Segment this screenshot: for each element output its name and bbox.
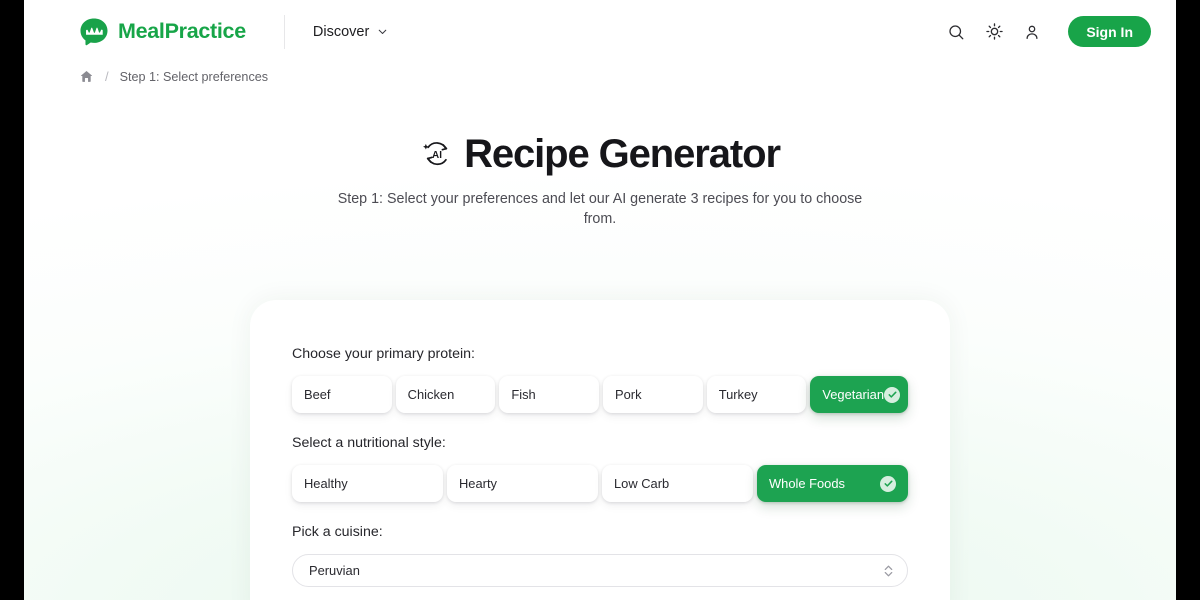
nav-item-discover[interactable]: Discover [313, 24, 389, 40]
protein-option-vegetarian-label: Vegetarian [822, 387, 884, 402]
page-body: AI Recipe Generator Step 1: Select your … [24, 90, 1176, 600]
nutrition-option-hearty-label: Hearty [459, 476, 497, 491]
protein-option-beef-label: Beef [304, 387, 331, 402]
nutrition-label: Select a nutritional style: [292, 435, 446, 451]
page-title-row: AI Recipe Generator [24, 134, 1176, 174]
nutrition-option-hearty[interactable]: Hearty [447, 465, 598, 502]
breadcrumb: / Step 1: Select preferences [24, 63, 1176, 90]
protein-option-chicken-label: Chicken [407, 387, 455, 402]
cuisine-select-wrapper: Peruvian [292, 554, 908, 587]
nutrition-option-healthy-label: Healthy [304, 476, 348, 491]
brand-name: MealPractice [118, 19, 246, 43]
protein-option-group: Beef Chicken Fish Pork Turkey Vegetarian [292, 376, 908, 413]
nutrition-option-low-carb[interactable]: Low Carb [602, 465, 753, 502]
page-title: Recipe Generator [464, 132, 781, 176]
search-icon[interactable] [941, 17, 971, 47]
page-subtitle: Step 1: Select your preferences and let … [337, 191, 863, 227]
nutrition-option-low-carb-label: Low Carb [614, 476, 670, 491]
nutrition-option-whole-foods[interactable]: Whole Foods [757, 465, 908, 502]
ai-refresh-sparkle-icon: AI [420, 137, 454, 171]
protein-option-beef[interactable]: Beef [292, 376, 392, 413]
protein-option-vegetarian[interactable]: Vegetarian [810, 376, 908, 413]
breadcrumb-current: Step 1: Select preferences [119, 69, 269, 84]
user-icon[interactable] [1017, 17, 1047, 47]
hero-section: AI Recipe Generator Step 1: Select your … [24, 90, 1176, 229]
nutrition-option-group: Healthy Hearty Low Carb Whole Foods [292, 465, 908, 502]
protein-option-turkey[interactable]: Turkey [706, 376, 807, 413]
svg-text:AI: AI [432, 150, 442, 161]
protein-option-fish[interactable]: Fish [499, 376, 600, 413]
protein-option-fish-label: Fish [511, 387, 536, 402]
check-circle-icon [884, 386, 900, 403]
protein-option-pork[interactable]: Pork [603, 376, 703, 413]
sign-in-button[interactable]: Sign In [1068, 16, 1151, 47]
nutrition-option-healthy[interactable]: Healthy [292, 465, 443, 502]
home-icon[interactable] [79, 69, 94, 84]
browser-page: MealPractice Discover Sign In / Step 1: … [24, 0, 1176, 600]
cuisine-select[interactable]: Peruvian [292, 554, 908, 587]
breadcrumb-separator: / [105, 69, 109, 84]
preferences-card: Choose your primary protein: Beef Chicke… [250, 300, 950, 600]
protein-option-pork-label: Pork [615, 387, 642, 402]
protein-option-chicken[interactable]: Chicken [395, 376, 496, 413]
nav-item-discover-label: Discover [312, 23, 370, 40]
header-divider [283, 14, 285, 49]
protein-label: Choose your primary protein: [292, 346, 475, 362]
chevron-down-icon [376, 25, 389, 38]
brand-logo-link[interactable]: MealPractice [79, 17, 246, 47]
sun-icon[interactable] [979, 17, 1009, 47]
protein-option-turkey-label: Turkey [718, 387, 758, 402]
cuisine-label: Pick a cuisine: [292, 524, 383, 540]
site-header: MealPractice Discover Sign In [24, 0, 1176, 63]
check-circle-icon [880, 475, 896, 492]
nutrition-option-whole-foods-label: Whole Foods [769, 476, 845, 491]
mealpractice-speech-bubble-logo-icon [79, 17, 109, 47]
